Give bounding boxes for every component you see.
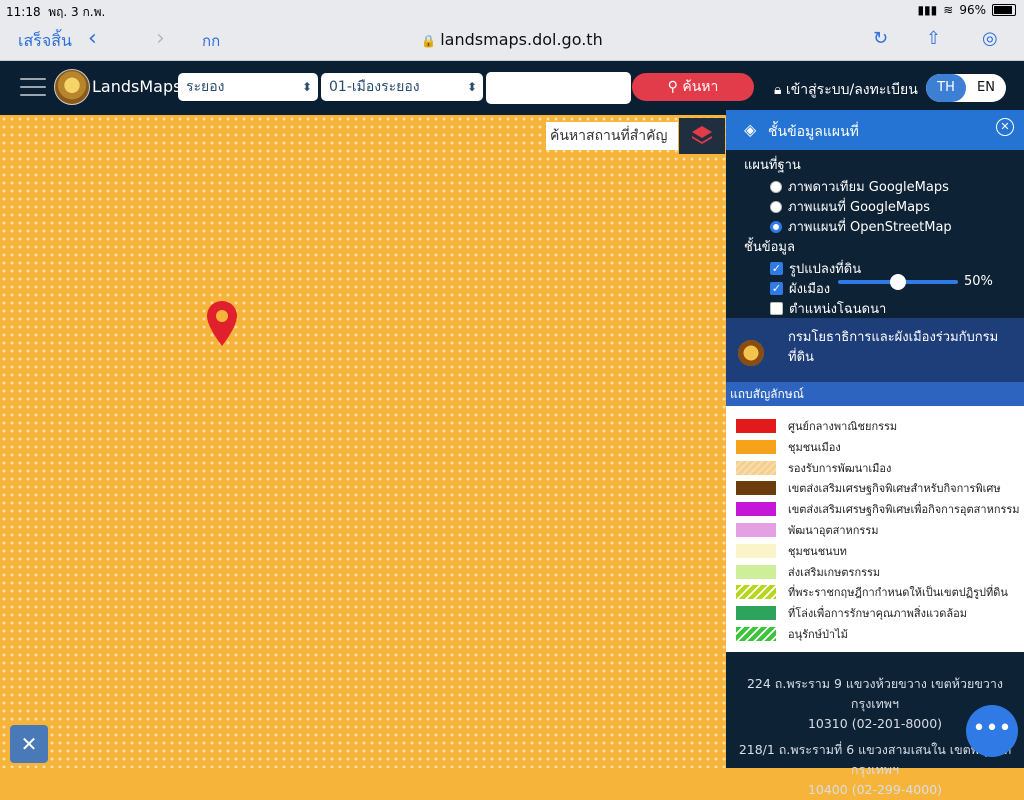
legend-item: เขตส่งเสริมเศรษฐกิจพิเศษสำหรับกิจการพิเศ…	[736, 478, 1001, 498]
compass-icon[interactable]: ◎	[982, 28, 998, 49]
battery-percent: 96%	[959, 3, 986, 17]
legend-item: ที่โล่งเพื่อการรักษาคุณภาพสิ่งแวดล้อม	[736, 603, 967, 623]
layers-icon: ◈	[744, 120, 757, 139]
legend-title: แถบสัญลักษณ์	[726, 382, 1024, 406]
legend-swatch	[736, 460, 776, 475]
search-button[interactable]: ⚲ ค้นหา	[632, 73, 754, 101]
brand-name: LandsMaps	[92, 77, 182, 96]
legend-swatch	[736, 606, 776, 621]
layer-deed-position[interactable]: ตำแหน่งโฉนดนา	[770, 298, 886, 319]
basemap-option-googlemaps[interactable]: ภาพแผนที่ GoogleMaps	[770, 196, 930, 217]
legend-label: ส่งเสริมเกษตรกรรม	[788, 565, 881, 579]
legend-label: ที่โล่งเพื่อการรักษาคุณภาพสิ่งแวดล้อม	[788, 607, 967, 621]
layers-toggle-button[interactable]	[679, 118, 725, 154]
landsmaps-logo	[54, 69, 90, 105]
select-arrow-icon: ⬍	[301, 80, 312, 94]
legend-item: ศูนย์กลางพาณิชยกรรม	[736, 416, 897, 436]
checkbox-checked[interactable]: ✓	[770, 282, 783, 295]
layer-panel-header: ◈ ชั้นข้อมูลแผนที่ ✕	[726, 110, 1024, 150]
checkbox-checked[interactable]: ✓	[770, 262, 783, 275]
layers-icon	[692, 126, 712, 144]
legend-swatch	[736, 523, 776, 537]
share-icon[interactable]: ⇧	[926, 28, 941, 49]
place-search-input[interactable]: ค้นหาสถานที่สำคัญ	[546, 122, 678, 150]
agency-name: กรมโยธาธิการและผังเมืองร่วมกับกรมที่ดิน	[788, 330, 999, 365]
lock-icon: 🔒	[421, 34, 437, 48]
legend-list: ศูนย์กลางพาณิชยกรรมชุมชนเมืองรองรับการพั…	[726, 406, 1024, 660]
legend-swatch	[736, 439, 776, 454]
select-arrow-icon: ⬍	[466, 80, 477, 94]
map-pin-icon[interactable]	[205, 300, 239, 348]
opacity-value: 50%	[964, 274, 993, 289]
lang-th-button[interactable]: TH	[926, 74, 966, 102]
menu-icon[interactable]	[20, 78, 46, 98]
legend-label: เขตส่งเสริมเศรษฐกิจพิเศษสำหรับกิจการพิเศ…	[788, 482, 1001, 496]
legend-item: เขตส่งเสริมเศรษฐกิจพิเศษเพื่อกิจการอุตสา…	[736, 499, 1020, 519]
close-icon[interactable]: ✕	[996, 118, 1014, 136]
basemap-label: แผนที่ฐาน	[744, 158, 801, 173]
legend-label: ศูนย์กลางพาณิชยกรรม	[788, 420, 898, 433]
legend-label: รองรับการพัฒนาเมือง	[788, 461, 892, 475]
slider-knob[interactable]	[890, 274, 906, 290]
app-header: LandsMaps ระยอง ⬍ 01-เมืองระยอง ⬍ ⚲ ค้นหา …	[0, 61, 1024, 115]
panel-title: ชั้นข้อมูลแผนที่	[768, 124, 859, 140]
legend-item: ส่งเสริมเกษตรกรรม	[736, 562, 880, 582]
legend-swatch	[736, 627, 776, 641]
legend-label: ชุมชนชนบท	[788, 544, 847, 558]
basemap-option-osm[interactable]: ภาพแผนที่ OpenStreetMap	[770, 216, 952, 237]
legend-swatch	[736, 543, 776, 558]
basemap-section: แผนที่ฐาน ภาพดาวเทียม GoogleMaps ภาพแผนท…	[726, 150, 1024, 318]
safari-toolbar: เสร็จสิ้น ‹ › กก 🔒 landsmaps.dol.go.th ↻ …	[0, 22, 1024, 61]
wifi-icon: ≋	[943, 3, 954, 17]
lang-en-button[interactable]: EN	[966, 74, 1006, 102]
radio-button-selected[interactable]	[770, 220, 782, 233]
legend-swatch	[736, 481, 776, 496]
legend-swatch	[736, 564, 776, 579]
layer-cityplan[interactable]: ✓ ผังเมือง	[770, 278, 830, 299]
login-link[interactable]: 🔒︎ เข้าสู่ระบบ/ลงทะเบียน	[774, 79, 918, 101]
layer-parcels[interactable]: ✓ รูปแปลงที่ดิน	[770, 258, 861, 279]
checkbox[interactable]	[770, 302, 783, 315]
map-canvas[interactable]	[0, 115, 726, 768]
reload-icon[interactable]: ↻	[873, 28, 888, 49]
signal-icon: ▮▮▮	[917, 3, 938, 17]
basemap-option-satellite[interactable]: ภาพดาวเทียม GoogleMaps	[770, 176, 949, 197]
legend-label: เขตส่งเสริมเศรษฐกิจพิเศษเพื่อกิจการอุตสา…	[788, 503, 1020, 517]
status-time: 11:18 พฤ. 3 ก.พ.	[6, 5, 106, 19]
lock-icon: 🔒︎	[774, 82, 782, 98]
legend-label: พัฒนาอุตสาหกรรม	[788, 524, 879, 537]
legend-item: อนุรักษ์ป่าไม้	[736, 624, 848, 644]
address-bar[interactable]: 🔒 landsmaps.dol.go.th	[0, 30, 1024, 49]
opacity-slider[interactable]	[838, 274, 958, 290]
layer-panel: ◈ ชั้นข้อมูลแผนที่ ✕ แผนที่ฐาน ภาพดาวเที…	[726, 110, 1024, 797]
layers-label: ชั้นข้อมูล	[744, 240, 795, 255]
radio-button[interactable]	[770, 200, 782, 213]
legend-label: ที่พระราชกฤษฎีกากำหนดให้เป็นเขตปฏิรูปที่…	[788, 586, 1008, 600]
ios-status-bar: 11:18 พฤ. 3 ก.พ. ▮▮▮ ≋ 96%	[0, 0, 1024, 22]
legend-item: รองรับการพัฒนาเมือง	[736, 458, 891, 478]
radio-button[interactable]	[770, 180, 782, 193]
address-line: 10400 (02-299-4000)	[807, 782, 943, 797]
legend-item: ที่พระราชกฤษฎีกากำหนดให้เป็นเขตปฏิรูปที่…	[736, 582, 1008, 602]
legend-label: ชุมชนเมือง	[788, 440, 841, 454]
parcel-search-input[interactable]	[486, 72, 631, 104]
legend-item: ชุมชนเมือง	[736, 437, 841, 457]
measure-tool-icon[interactable]: ✕	[10, 725, 48, 763]
language-toggle: TH EN	[926, 74, 1006, 102]
legend-label: อนุรักษ์ป่าไม้	[788, 628, 848, 641]
legend-swatch	[736, 585, 776, 600]
agency-banner: กรมโยธาธิการและผังเมืองร่วมกับกรมที่ดิน	[726, 318, 1024, 382]
legend-item: พัฒนาอุตสาหกรรม	[736, 520, 879, 540]
agency-seal-icon	[738, 340, 764, 366]
district-select[interactable]: 01-เมืองระยอง ⬍	[321, 73, 483, 101]
search-icon: ⚲	[667, 79, 678, 95]
legend-item: ชุมชนชนบท	[736, 541, 847, 561]
legend-swatch	[736, 419, 776, 433]
more-options-button[interactable]: •••	[966, 705, 1018, 757]
battery-icon	[992, 4, 1016, 16]
province-select[interactable]: ระยอง ⬍	[178, 73, 318, 101]
legend-swatch	[736, 502, 776, 517]
